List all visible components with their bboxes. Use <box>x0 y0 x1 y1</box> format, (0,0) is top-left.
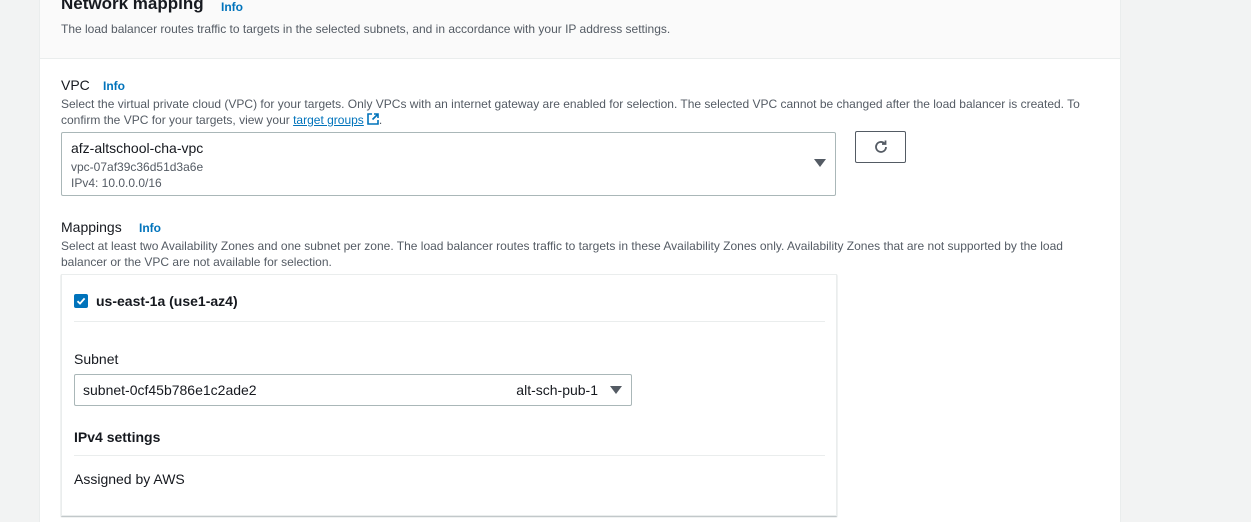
vpc-ipv4: IPv4: 10.0.0.0/16 <box>71 176 162 190</box>
subnet-label: Subnet <box>74 351 119 367</box>
vpc-name: afz-altschool-cha-vpc <box>71 140 204 156</box>
ipv4-assignment: Assigned by AWS <box>74 471 185 487</box>
network-mapping-panel: Network mapping Info The load balancer r… <box>39 0 1121 522</box>
divider <box>74 455 825 456</box>
mappings-label: Mappings <box>61 219 122 235</box>
vpc-description-line2: confirm the VPC for your targets, view y… <box>61 112 1111 128</box>
caret-down-icon <box>814 159 826 167</box>
subnet-name: alt-sch-pub-1 <box>516 382 598 398</box>
section-description: The load balancer routes traffic to targ… <box>61 22 671 36</box>
caret-down-icon <box>610 386 622 394</box>
divider <box>74 321 825 322</box>
subnet-id: subnet-0cf45b786e1c2ade2 <box>83 382 257 398</box>
ipv4-settings-label: IPv4 settings <box>74 429 161 445</box>
vpc-id: vpc-07af39c36d51d3a6e <box>71 160 204 174</box>
section-title: Network mapping <box>61 0 204 13</box>
refresh-icon <box>874 140 887 153</box>
vpc-description-line1: Select the virtual private cloud (VPC) f… <box>61 97 1080 111</box>
az-label: us-east-1a (use1-az4) <box>96 293 238 309</box>
vpc-description-prefix: confirm the VPC for your targets, view y… <box>61 113 294 127</box>
refresh-button[interactable] <box>855 131 906 163</box>
mappings-description-line2: balancer or the VPC are not available fo… <box>61 255 332 269</box>
mappings-description: Select at least two Availability Zones a… <box>61 238 1111 270</box>
vpc-description: Select the virtual private cloud (VPC) f… <box>61 96 1111 128</box>
target-groups-link[interactable]: target groups <box>293 113 364 127</box>
checkmark-icon <box>76 297 86 305</box>
vpc-description-suffix: . <box>378 113 383 127</box>
section-info-link[interactable]: Info <box>221 0 243 14</box>
vpc-label: VPC <box>61 77 90 93</box>
panel-header: Network mapping Info The load balancer r… <box>40 0 1120 59</box>
mappings-description-line1: Select at least two Availability Zones a… <box>61 239 1063 253</box>
vpc-info-link[interactable]: Info <box>103 79 125 93</box>
vpc-select[interactable]: afz-altschool-cha-vpc vpc-07af39c36d51d3… <box>61 132 836 196</box>
external-link-icon[interactable] <box>367 113 379 125</box>
subnet-select[interactable]: subnet-0cf45b786e1c2ade2 alt-sch-pub-1 <box>74 374 632 406</box>
availability-zone-card: us-east-1a (use1-az4) Subnet subnet-0cf4… <box>61 274 837 516</box>
az-checkbox[interactable] <box>74 294 88 308</box>
mappings-info-link[interactable]: Info <box>139 221 161 235</box>
